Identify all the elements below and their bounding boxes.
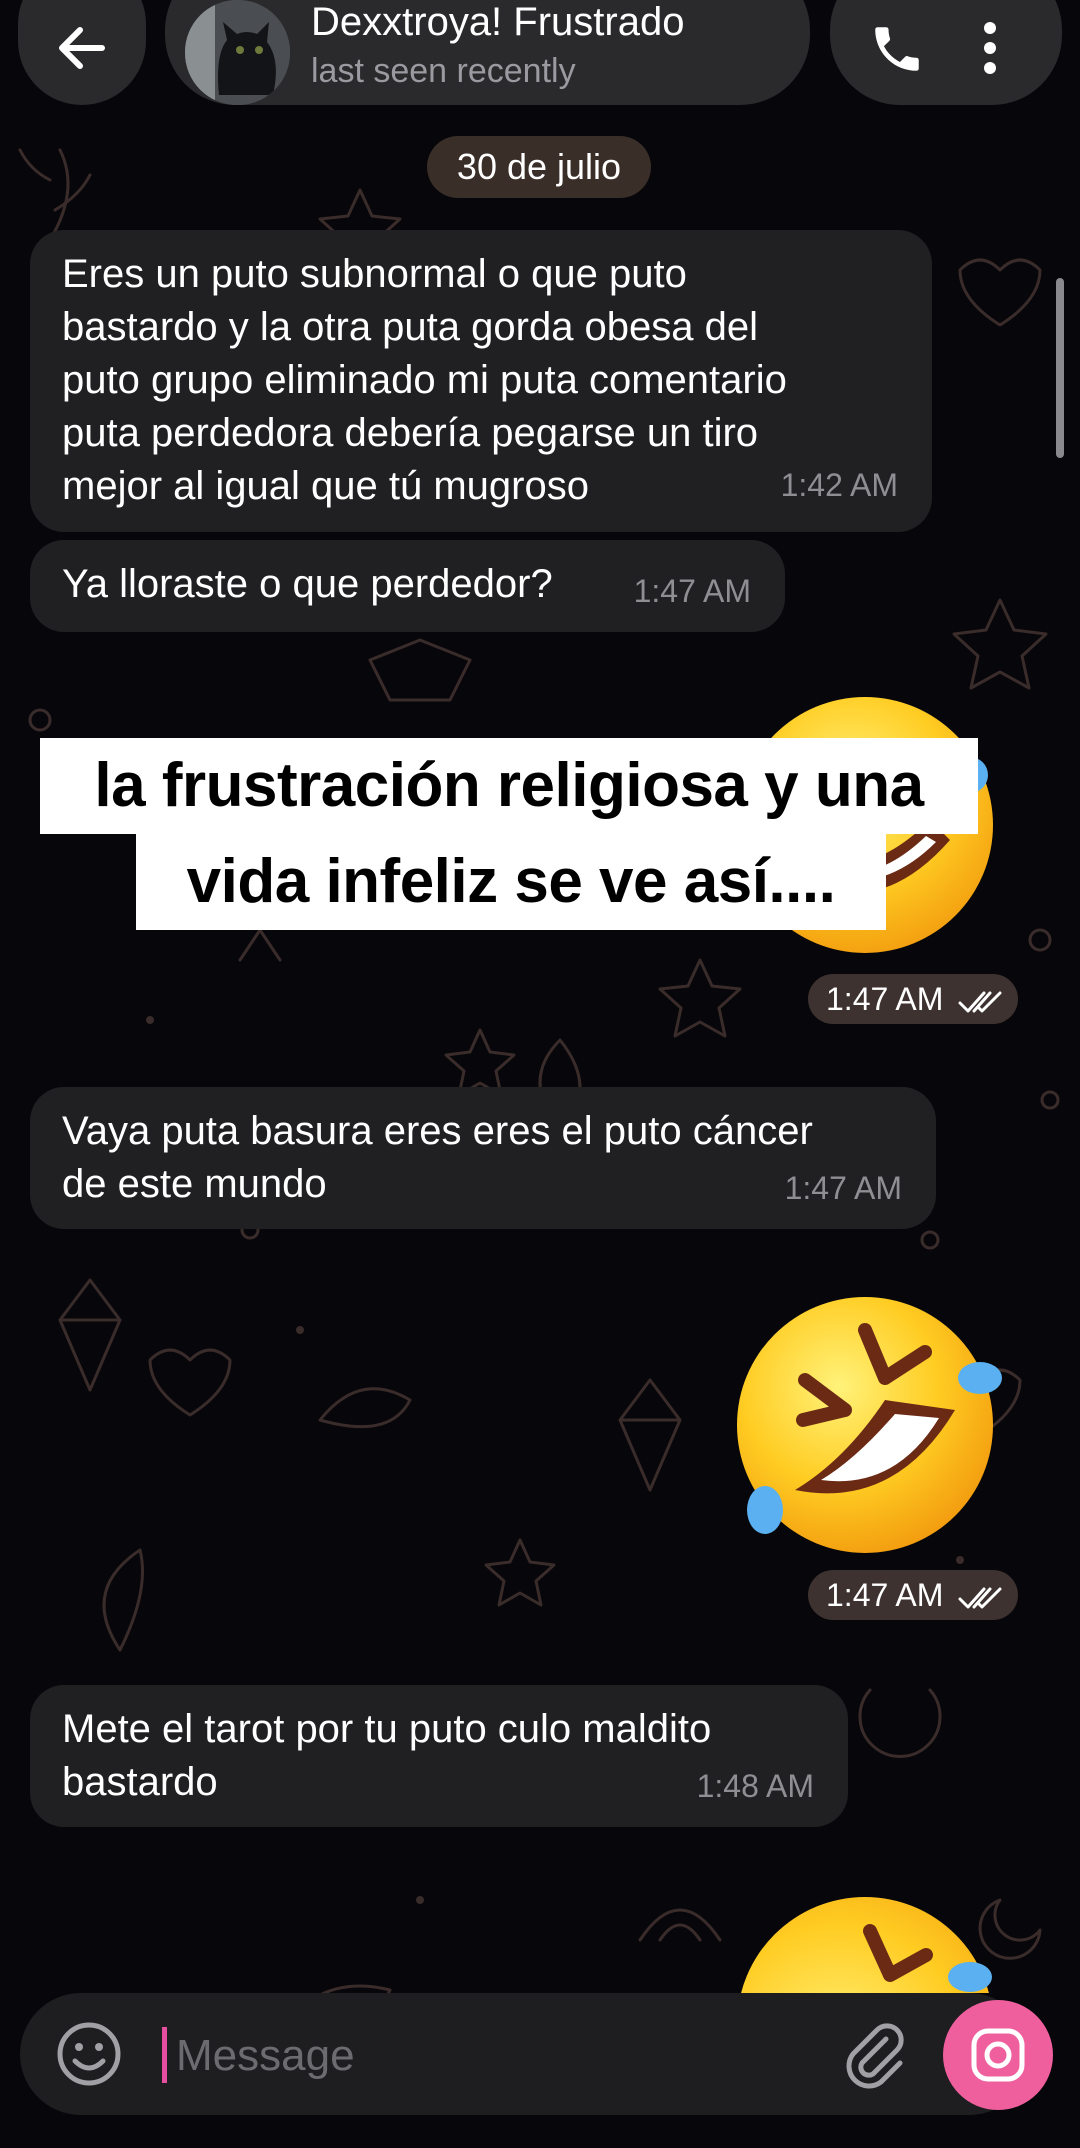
incoming-message[interactable]: Vaya puta basura eres eres el puto cánce…: [30, 1087, 936, 1229]
cat-avatar-image: [185, 0, 290, 105]
sent-message-time: 1:47 AM: [808, 1570, 1018, 1620]
incoming-message[interactable]: Mete el tarot por tu puto culo maldito b…: [30, 1685, 848, 1827]
date-separator: 30 de julio: [427, 136, 651, 198]
chat-header[interactable]: Dexxtroya! Frustrado last seen recently: [165, 0, 810, 105]
phone-icon[interactable]: [868, 20, 926, 78]
message-text: Mete el tarot por tu puto culo maldito b…: [62, 1707, 712, 1804]
header-actions: [830, 0, 1062, 105]
rolling-on-floor-laughing-emoji[interactable]: [730, 1885, 1010, 1993]
paperclip-icon[interactable]: [840, 2019, 910, 2089]
double-check-icon: [958, 991, 1002, 1013]
message-time: 1:47 AM: [633, 573, 751, 609]
message-text: Ya lloraste o que perdedor?: [62, 562, 553, 606]
avatar[interactable]: [185, 0, 290, 105]
sent-message-time: 1:47 AM: [808, 974, 1018, 1024]
camera-button[interactable]: [943, 2000, 1053, 2110]
smiley-icon[interactable]: [56, 2021, 122, 2087]
caption-line: vida infeliz se ve así....: [136, 834, 886, 930]
incoming-message[interactable]: Eres un puto subnormal o que puto bastar…: [30, 230, 932, 532]
last-seen-status: last seen recently: [311, 52, 576, 90]
more-vertical-icon[interactable]: [980, 18, 1000, 78]
message-text: Eres un puto subnormal o que puto bastar…: [62, 252, 787, 508]
message-input[interactable]: [174, 2017, 818, 2095]
double-check-icon: [958, 1587, 1002, 1609]
rolling-on-floor-laughing-emoji[interactable]: [725, 1290, 1015, 1560]
message-time: 1:48 AM: [696, 1768, 814, 1804]
arrow-left-icon: [59, 27, 105, 69]
message-composer: [20, 1993, 1030, 2115]
message-time: 1:47 AM: [784, 1170, 902, 1206]
scrollbar[interactable]: [1056, 278, 1064, 458]
contact-name: Dexxtroya! Frustrado: [311, 0, 685, 44]
caption-line: la frustración religiosa y una: [40, 738, 978, 834]
message-time: 1:42 AM: [780, 467, 898, 503]
text-cursor: [162, 2027, 167, 2083]
incoming-message[interactable]: Ya lloraste o que perdedor? 1:47 AM: [30, 540, 785, 632]
camera-icon: [971, 2028, 1025, 2082]
message-text: Vaya puta basura eres eres el puto cánce…: [62, 1109, 813, 1206]
